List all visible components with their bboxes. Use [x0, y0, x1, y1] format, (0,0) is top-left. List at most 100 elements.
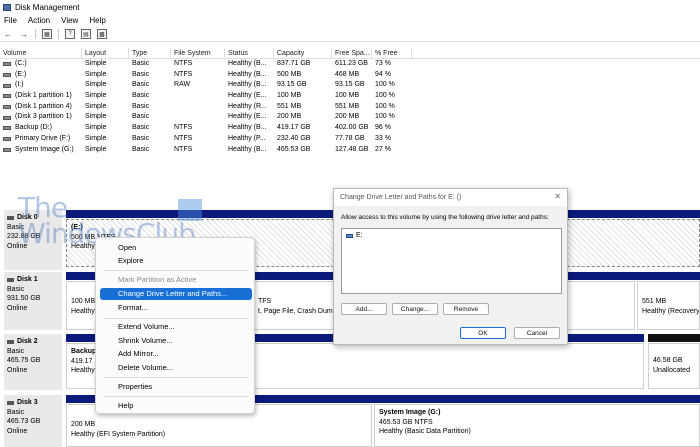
volume-icon [3, 147, 11, 152]
cell-status: Healthy (E... [228, 113, 267, 121]
context-menu-change-drive-letter[interactable]: Change Drive Letter and Paths... [100, 288, 252, 300]
view-icon[interactable]: ▩ [97, 29, 107, 39]
volume-icon [3, 83, 11, 88]
cell-volume: (Disk 3 partition 1) [0, 112, 82, 123]
disk-1-status: Online [7, 304, 28, 312]
column-header-percent-free[interactable]: % Free [372, 48, 412, 58]
context-menu-format[interactable]: Format... [100, 302, 252, 314]
context-menu-explore[interactable]: Explore [100, 255, 252, 267]
disk-2-title: Disk 2 [17, 338, 38, 345]
cell-capacity: 100 MB [277, 92, 302, 100]
context-menu-shrink-volume[interactable]: Shrink Volume... [100, 335, 252, 347]
menu-file[interactable]: File [4, 16, 17, 25]
context-menu-properties[interactable]: Properties [100, 381, 252, 393]
cell-file-system: RAW [174, 81, 191, 89]
disk-icon [7, 339, 14, 344]
menu-help[interactable]: Help [89, 16, 105, 25]
menu-action[interactable]: Action [28, 16, 50, 25]
console-tree-icon[interactable]: ▦ [42, 29, 52, 39]
context-menu-separator [104, 270, 248, 271]
partition-system-image-name: System Image (G:) [379, 409, 441, 416]
cell-capacity: 419.17 GB [277, 124, 311, 132]
volume-name: (C:) [15, 60, 27, 67]
cell-layout: Simple [85, 113, 107, 121]
context-menu-add-mirror[interactable]: Add Mirror... [100, 348, 252, 360]
context-menu-help[interactable]: Help [100, 400, 252, 412]
table-row[interactable]: (Disk 1 partition 4) Simple Basic Healthy (… [0, 102, 700, 113]
disk-1-title: Disk 1 [17, 276, 38, 283]
disk-2-label[interactable]: Disk 2 Basic 465.75 GB Online [4, 334, 62, 390]
title-bar: Disk Management [0, 0, 700, 14]
cancel-button[interactable]: Cancel [514, 327, 560, 339]
add-button[interactable]: Add... [341, 303, 387, 315]
cell-capacity: 232.40 GB [277, 134, 311, 142]
column-header-file-system[interactable]: File System [171, 48, 225, 58]
table-row[interactable]: Backup (D:) Simple Basic NTFS Healthy (B... 4… [0, 123, 700, 134]
context-menu-extend-volume[interactable]: Extend Volume... [100, 321, 252, 333]
volume-name: Primary Drive (F:) [15, 134, 71, 142]
cell-layout: Simple [85, 102, 107, 110]
menu-view[interactable]: View [61, 16, 78, 25]
column-header-type[interactable]: Type [129, 48, 171, 58]
cell-percent-free: 100 % [375, 81, 395, 89]
disk-1-label[interactable]: Disk 1 Basic 931.50 GB Online [4, 272, 62, 330]
column-header-free-space[interactable]: Free Spa... [332, 48, 372, 58]
partition-size: 551 MB [642, 298, 667, 305]
list-item[interactable]: E: [346, 232, 363, 239]
cell-volume: System Image (G:) [0, 145, 82, 156]
properties-icon[interactable]: ▤ [81, 29, 91, 39]
disk-2-type: Basic [7, 347, 25, 355]
cell-type: Basic [132, 60, 150, 67]
back-arrow-icon[interactable]: ← [3, 29, 13, 39]
disk-3-type: Basic [7, 408, 25, 416]
disk-icon [7, 277, 14, 282]
volume-name: (Disk 3 partition 1) [15, 113, 72, 121]
volume-name: (Disk 1 partition 1) [15, 92, 72, 100]
cell-percent-free: 100 % [375, 102, 395, 110]
context-menu-delete-volume[interactable]: Delete Volume... [100, 362, 252, 374]
cell-capacity: 200 MB [277, 113, 302, 121]
cell-percent-free: 73 % [375, 60, 391, 67]
ok-button[interactable]: OK [460, 327, 506, 339]
cell-type: Basic [132, 134, 150, 142]
cell-type: Basic [132, 124, 150, 132]
cell-percent-free: 100 % [375, 92, 395, 100]
column-header-capacity[interactable]: Capacity [274, 48, 332, 58]
column-header-layout[interactable]: Layout [82, 48, 129, 58]
drive-letter-list[interactable]: E: [341, 228, 562, 294]
change-button[interactable]: Change... [392, 303, 438, 315]
partition-system-image[interactable]: System Image (G:) 465.53 GB NTFS Healthy… [374, 404, 700, 447]
context-menu-open[interactable]: Open [100, 242, 252, 254]
help-icon[interactable]: ? [65, 29, 75, 39]
cell-layout: Simple [85, 81, 107, 89]
table-row[interactable]: (Disk 3 partition 1) Simple Basic Healthy (… [0, 112, 700, 123]
table-row[interactable]: System Image (G:) Simple Basic NTFS Healthy … [0, 145, 700, 156]
volume-icon [3, 126, 11, 131]
partition-recovery[interactable]: 551 MB Healthy (Recovery [637, 281, 700, 330]
close-icon[interactable]: ✕ [554, 192, 561, 201]
volume-list: Volume Layout Type File System Status Ca… [0, 48, 700, 155]
column-header-status[interactable]: Status [225, 48, 274, 58]
cell-percent-free: 33 % [375, 134, 391, 142]
table-row[interactable]: (I:) Simple Basic RAW Healthy (B... 93.15 GB 9… [0, 80, 700, 91]
forward-arrow-icon[interactable]: → [19, 29, 29, 39]
unallocated-space[interactable]: 46.58 GB Unallocated [648, 343, 700, 389]
cell-free-space: 127.48 GB [335, 145, 369, 153]
table-row[interactable]: (E:) Simple Basic NTFS Healthy (B... 500 MB 46… [0, 70, 700, 81]
table-row[interactable]: (C:) Simple Basic NTFS Healthy (B... 837.71 G… [0, 59, 700, 70]
cell-volume: Primary Drive (F:) [0, 134, 82, 145]
table-row[interactable]: Primary Drive (F:) Simple Basic NTFS Healthy… [0, 134, 700, 145]
table-row[interactable]: (Disk 1 partition 1) Simple Basic Healthy (… [0, 91, 700, 102]
cell-volume: (Disk 1 partition 1) [0, 91, 82, 102]
cell-type: Basic [132, 113, 150, 121]
column-header-volume[interactable]: Volume [0, 48, 82, 58]
cell-file-system: NTFS [174, 70, 193, 78]
remove-button[interactable]: Remove [443, 303, 489, 315]
partition-system-image-size: 465.53 GB NTFS [379, 418, 433, 426]
cell-type: Basic [132, 145, 150, 153]
cell-percent-free: 96 % [375, 124, 391, 132]
disk-3-label[interactable]: Disk 3 Basic 465.73 GB Online [4, 395, 62, 447]
disk-3-title: Disk 3 [17, 399, 38, 406]
cell-volume: (C:) [0, 59, 82, 70]
cell-free-space: 93.15 GB [335, 81, 365, 89]
